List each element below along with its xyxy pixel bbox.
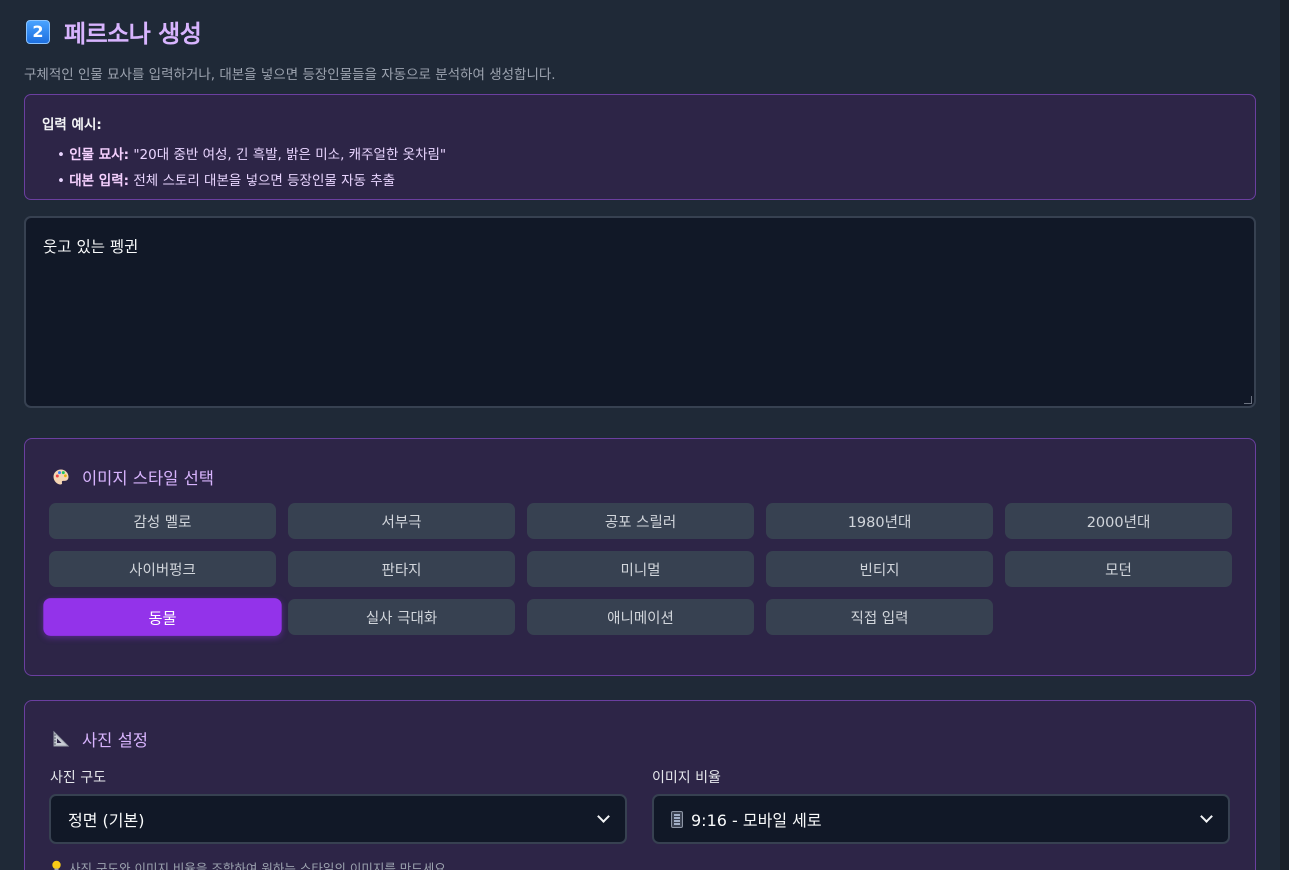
chevron-down-icon	[597, 810, 610, 823]
photo-panel-header: 사진 설정	[50, 727, 148, 751]
style-panel-title: 이미지 스타일 선택	[82, 469, 214, 488]
composition-label: 사진 구도	[50, 770, 106, 786]
style-button-custom-input[interactable]: 직접 입력	[766, 599, 993, 635]
style-button-fantasy[interactable]: 판타지	[288, 551, 515, 587]
style-button-animal[interactable]: 동물	[43, 598, 282, 636]
photo-settings-hint: 사진 구도와 이미지 비율을 조합하여 원하는 스타일의 이미지를 만드세요.	[51, 858, 450, 870]
persona-description-input[interactable]: 웃고 있는 펭귄	[24, 216, 1256, 408]
aspect-ratio-select[interactable]: 9:16 - 모바일 세로	[652, 794, 1230, 844]
aspect-ratio-label: 이미지 비율	[652, 770, 721, 786]
example-item-text: 전체 스토리 대본을 넣으면 등장인물 자동 추출	[133, 173, 396, 189]
image-style-panel: 이미지 스타일 선택 감성 멜로 서부극 공포 스릴러 1980년대 2000년…	[24, 438, 1256, 676]
example-item-text: "20대 중반 여성, 긴 흑발, 밝은 미소, 캐주얼한 옷차림"	[133, 147, 447, 163]
photo-panel-title: 사진 설정	[82, 731, 148, 750]
style-button-1980s[interactable]: 1980년대	[766, 503, 993, 539]
style-button-animation[interactable]: 애니메이션	[527, 599, 754, 635]
style-button-emotional-melo[interactable]: 감성 멜로	[49, 503, 276, 539]
chevron-down-icon	[1200, 810, 1213, 823]
example-item-label: 대본 입력:	[69, 173, 130, 189]
style-button-horror-thriller[interactable]: 공포 스릴러	[527, 503, 754, 539]
style-button-2000s[interactable]: 2000년대	[1005, 503, 1232, 539]
aspect-ratio-select-value: 9:16 - 모바일 세로	[691, 811, 822, 830]
style-button-grid: 감성 멜로 서부극 공포 스릴러 1980년대 2000년대 사이버펑크 판타지…	[43, 503, 1232, 636]
palette-icon	[50, 468, 72, 486]
example-item: • 인물 묘사: "20대 중반 여성, 긴 흑발, 밝은 미소, 캐주얼한 옷…	[57, 147, 447, 163]
style-panel-header: 이미지 스타일 선택	[50, 465, 214, 489]
composition-select[interactable]: 정면 (기본)	[49, 794, 627, 844]
style-button-minimal[interactable]: 미니멀	[527, 551, 754, 587]
photo-settings-panel: 사진 설정 사진 구도 정면 (기본) 이미지 비율 9:16 - 모바일 세로…	[24, 700, 1256, 870]
example-item: • 대본 입력: 전체 스토리 대본을 넣으면 등장인물 자동 추출	[57, 173, 396, 189]
page-title: 페르소나 생성	[64, 20, 202, 48]
example-item-label: 인물 묘사:	[69, 147, 130, 163]
lightbulb-icon	[51, 860, 62, 870]
style-button-cyberpunk[interactable]: 사이버펑크	[49, 551, 276, 587]
style-button-modern[interactable]: 모던	[1005, 551, 1232, 587]
input-example-box: 입력 예시: • 인물 묘사: "20대 중반 여성, 긴 흑발, 밝은 미소,…	[24, 94, 1256, 200]
section-description: 구체적인 인물 묘사를 입력하거나, 대본을 넣으면 등장인물들을 자동으로 분…	[24, 67, 556, 83]
keycap-number-icon: 2	[26, 19, 50, 44]
style-button-hyperreal[interactable]: 실사 극대화	[288, 599, 515, 635]
style-button-western[interactable]: 서부극	[288, 503, 515, 539]
mobile-phone-icon	[671, 811, 683, 828]
hint-text: 사진 구도와 이미지 비율을 조합하여 원하는 스타일의 이미지를 만드세요.	[69, 861, 450, 870]
section-title-row: 2 페르소나 생성	[26, 14, 202, 49]
page-scrollbar[interactable]	[1280, 0, 1289, 870]
composition-select-value: 정면 (기본)	[68, 811, 145, 830]
style-button-vintage[interactable]: 빈티지	[766, 551, 993, 587]
triangular-ruler-icon	[50, 730, 72, 748]
example-heading: 입력 예시:	[42, 117, 102, 133]
